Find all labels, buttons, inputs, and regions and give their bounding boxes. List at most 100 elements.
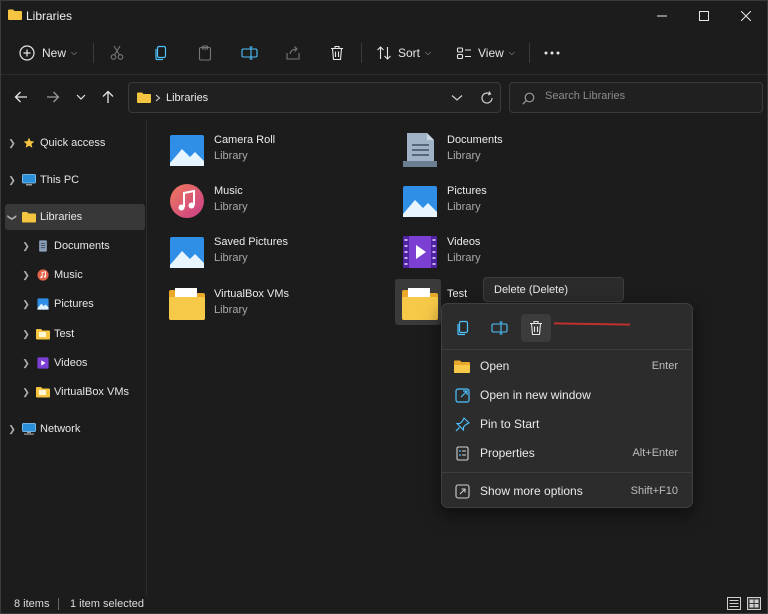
search-input[interactable] — [545, 90, 745, 102]
details-view-icon[interactable] — [727, 597, 741, 610]
context-menu: Open Enter Open in new window Pin to Sta… — [441, 303, 693, 508]
ctx-item-label: Properties — [480, 446, 535, 460]
search-icon — [522, 92, 535, 105]
chevron-right-icon[interactable]: ❯ — [5, 175, 19, 186]
chevron-down-icon: ⌵ — [508, 48, 515, 57]
delete-button[interactable] — [329, 39, 345, 67]
up-button[interactable] — [98, 87, 118, 107]
folder-icon — [36, 387, 50, 398]
title-bar[interactable]: Libraries — [1, 1, 767, 31]
refresh-icon[interactable] — [480, 91, 494, 105]
videos-icon — [403, 236, 437, 268]
sidebar-item-quick-access[interactable]: ❯ Quick access — [5, 130, 145, 156]
ctx-rename-button[interactable] — [484, 314, 514, 342]
rename-icon — [241, 46, 258, 60]
back-button[interactable] — [11, 87, 31, 107]
sidebar-item-videos[interactable]: ❯ Videos — [19, 350, 145, 376]
close-button[interactable] — [723, 1, 768, 31]
view-button[interactable]: View ⌵ — [456, 39, 515, 67]
large-icons-view-icon[interactable] — [747, 597, 761, 610]
address-bar[interactable]: Libraries — [128, 82, 501, 113]
ctx-item-show-more-options[interactable]: Show more options Shift+F10 — [448, 477, 686, 505]
share-button[interactable] — [285, 39, 301, 67]
cut-button[interactable] — [109, 39, 125, 67]
ctx-item-pin-to-start[interactable]: Pin to Start — [448, 410, 686, 438]
paste-button[interactable] — [197, 39, 213, 67]
chevron-right-icon[interactable]: ❯ — [19, 329, 33, 340]
folder-icon — [22, 212, 36, 223]
sidebar-item-test[interactable]: ❯ Test — [19, 321, 145, 347]
copy-icon — [155, 45, 167, 61]
paste-icon — [198, 45, 212, 61]
delete-tooltip: Delete (Delete) — [483, 277, 624, 302]
ctx-item-label: Open in new window — [480, 388, 591, 402]
share-icon — [286, 46, 300, 60]
close-icon — [741, 11, 751, 21]
chevron-down-icon: ⌵ — [71, 48, 78, 57]
sidebar-item-documents[interactable]: ❯ Documents — [19, 233, 145, 259]
ctx-delete-button[interactable] — [521, 314, 551, 342]
sidebar-item-virtualbox-vms[interactable]: ❯ VirtualBox VMs — [19, 379, 145, 405]
library-item-videos[interactable]: Videos Library — [401, 233, 631, 279]
chevron-right-icon[interactable]: ❯ — [19, 299, 33, 310]
sidebar-item-label: Music — [54, 269, 83, 281]
pictures-icon — [403, 186, 437, 217]
arrow-up-icon — [102, 90, 114, 103]
selection-count: 1 item selected — [70, 598, 144, 610]
library-item-virtualbox-vms[interactable]: VirtualBox VMs Library — [168, 285, 398, 331]
ctx-item-properties[interactable]: Properties Alt+Enter — [448, 439, 686, 467]
chevron-right-icon[interactable]: ❯ — [19, 241, 33, 252]
chevron-right-icon[interactable]: ❯ — [5, 138, 19, 149]
chevron-right-icon[interactable]: ❯ — [19, 270, 33, 281]
sidebar-item-pictures[interactable]: ❯ Pictures — [19, 291, 145, 317]
library-item-documents[interactable]: Documents Library — [401, 131, 631, 177]
chevron-down-icon[interactable] — [451, 94, 463, 102]
item-name: Camera Roll — [214, 134, 276, 146]
library-item-saved-pictures[interactable]: Saved Pictures Library — [168, 233, 398, 279]
view-label: View — [478, 46, 504, 60]
copy-icon — [457, 320, 469, 336]
recent-locations-button[interactable] — [71, 87, 91, 107]
sort-button[interactable]: Sort ⌵ — [376, 39, 431, 67]
sidebar-item-label: Quick access — [40, 137, 106, 149]
sidebar-item-this-pc[interactable]: ❯ This PC — [5, 167, 145, 193]
chevron-down-icon: ⌵ — [425, 48, 432, 57]
sidebar-item-label: This PC — [40, 174, 80, 186]
ctx-item-shortcut: Shift+F10 — [630, 485, 678, 497]
minimize-button[interactable] — [639, 1, 685, 31]
new-button[interactable]: New ⌵ — [19, 39, 77, 67]
maximize-button[interactable] — [681, 1, 727, 31]
sidebar-item-music[interactable]: ❯ Music — [19, 262, 145, 288]
item-type: Library — [214, 252, 248, 264]
search-box[interactable] — [509, 82, 763, 113]
pictures-icon — [37, 298, 49, 310]
item-type: Library — [447, 201, 481, 213]
forward-button[interactable] — [43, 87, 63, 107]
saved-pictures-icon — [170, 237, 204, 268]
rename-button[interactable] — [241, 39, 258, 67]
file-explorer-window: Libraries New ⌵ Sort ⌵ View ⌵ Libraries … — [0, 0, 768, 614]
navigation-pane: ❯ Quick access ❯ This PC ❯ Libraries ❯ D… — [1, 119, 147, 595]
chevron-right-icon[interactable]: ❯ — [19, 387, 33, 398]
address-path[interactable]: Libraries — [166, 92, 208, 104]
show-more-options-icon — [454, 483, 470, 499]
properties-icon — [455, 445, 469, 461]
ctx-copy-button[interactable] — [448, 314, 478, 342]
chevron-down-icon — [76, 94, 86, 100]
see-more-button[interactable] — [543, 39, 561, 67]
ctx-item-open-new-window[interactable]: Open in new window — [448, 381, 686, 409]
ctx-item-open[interactable]: Open Enter — [448, 352, 686, 380]
library-item-pictures[interactable]: Pictures Library — [401, 182, 631, 228]
music-icon — [37, 269, 49, 281]
sidebar-item-network[interactable]: ❯ Network — [5, 416, 145, 442]
chevron-right-icon[interactable]: ❯ — [5, 424, 19, 435]
sidebar-item-libraries[interactable]: ❯ Libraries — [5, 204, 145, 230]
item-type: Library — [214, 201, 248, 213]
copy-button[interactable] — [153, 39, 169, 67]
chevron-right-icon[interactable]: ❯ — [19, 358, 33, 369]
view-icon — [456, 47, 471, 60]
library-item-camera-roll[interactable]: Camera Roll Library — [168, 131, 398, 177]
library-item-music[interactable]: Music Library — [168, 182, 398, 228]
status-bar: 8 items 1 item selected — [1, 595, 767, 613]
chevron-down-icon[interactable]: ❯ — [7, 210, 18, 224]
